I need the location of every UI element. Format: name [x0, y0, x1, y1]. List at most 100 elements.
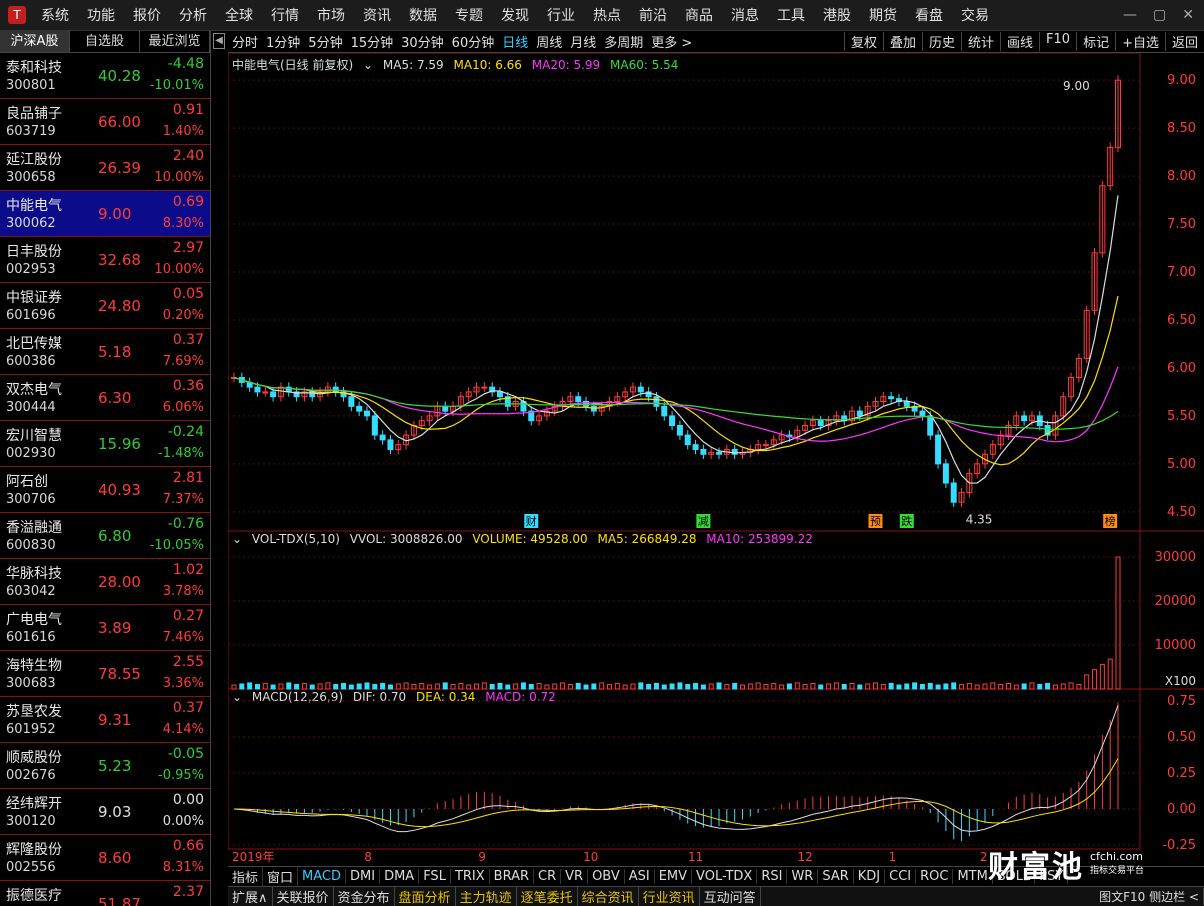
stock-row[interactable]: 中能电气 300062 9.00 0.69 8.30%: [0, 191, 210, 237]
period-1分钟[interactable]: 1分钟: [266, 32, 300, 51]
indicator-tab-DMA[interactable]: DMA: [380, 869, 420, 884]
tool-标记[interactable]: 标记: [1076, 32, 1115, 51]
menu-item-13[interactable]: 前沿: [639, 5, 667, 25]
menu-item-8[interactable]: 数据: [409, 5, 437, 25]
indicator-tab-ROC[interactable]: ROC: [916, 869, 954, 884]
menu-item-11[interactable]: 行业: [547, 5, 575, 25]
tool-叠加[interactable]: 叠加: [882, 32, 922, 51]
period-60分钟[interactable]: 60分钟: [452, 32, 495, 51]
indicator-tab-VR[interactable]: VR: [561, 869, 589, 884]
bottom-tab-1[interactable]: 关联报价: [273, 887, 334, 906]
stock-row[interactable]: 经纬辉开 300120 9.03 0.00 0.00%: [0, 789, 210, 835]
maximize-icon[interactable]: ▢: [1153, 7, 1166, 23]
stock-row[interactable]: 宏川智慧 002930 15.96 -0.24 -1.48%: [0, 421, 210, 467]
indicator-tab-SAR[interactable]: SAR: [818, 869, 854, 884]
stock-row[interactable]: 华脉科技 603042 28.00 1.02 3.78%: [0, 559, 210, 605]
period-日线[interactable]: 日线: [502, 32, 528, 51]
menu-item-5[interactable]: 行情: [271, 5, 299, 25]
menu-item-6[interactable]: 市场: [317, 5, 345, 25]
menu-item-20[interactable]: 交易: [961, 5, 989, 25]
period-周线[interactable]: 周线: [536, 32, 562, 51]
period-5分钟[interactable]: 5分钟: [308, 32, 342, 51]
period-30分钟[interactable]: 30分钟: [401, 32, 444, 51]
indicator-tab-指标[interactable]: 指标: [228, 867, 264, 886]
menu-item-7[interactable]: 资讯: [363, 5, 391, 25]
stock-row[interactable]: 香溢融通 600830 6.80 -0.76 -10.05%: [0, 513, 210, 559]
collapse-sidebar-icon[interactable]: ◀: [213, 33, 225, 49]
stock-row[interactable]: 良品铺子 603719 66.00 0.91 1.40%: [0, 99, 210, 145]
indicator-tab-CCI[interactable]: CCI: [885, 869, 917, 884]
indicator-tab-KDJ[interactable]: KDJ: [854, 869, 886, 884]
stock-row[interactable]: 广电电气 601616 3.89 0.27 7.46%: [0, 605, 210, 651]
period-月线[interactable]: 月线: [570, 32, 596, 51]
stock-row[interactable]: 双杰电气 300444 6.30 0.36 6.06%: [0, 375, 210, 421]
menu-item-10[interactable]: 发现: [501, 5, 529, 25]
stock-row[interactable]: 阿石创 300706 40.93 2.81 7.37%: [0, 467, 210, 513]
indicator-tab-窗口[interactable]: 窗口: [263, 867, 299, 886]
tool-历史[interactable]: 历史: [921, 32, 961, 51]
indicator-tab-OBV[interactable]: OBV: [588, 869, 625, 884]
menu-item-12[interactable]: 热点: [593, 5, 621, 25]
indicator-tab-MTM[interactable]: MTM: [953, 869, 993, 884]
menu-item-14[interactable]: 商品: [685, 5, 713, 25]
bottom-tab-3[interactable]: 盘面分析: [395, 887, 456, 906]
indicator-tab-MACD[interactable]: MACD: [298, 869, 346, 884]
tab-watchlist[interactable]: 自选股: [70, 31, 140, 52]
menu-item-17[interactable]: 港股: [823, 5, 851, 25]
menu-item-15[interactable]: 消息: [731, 5, 759, 25]
bottom-tab-5[interactable]: 逐笔委托: [517, 887, 578, 906]
stock-row[interactable]: 日丰股份 002953 32.68 2.97 10.00%: [0, 237, 210, 283]
stock-row[interactable]: 振德医疗 51.87 2.37: [0, 881, 210, 906]
period-更多 >[interactable]: 更多 >: [651, 32, 692, 51]
indicator-tab-DMI[interactable]: DMI: [346, 869, 381, 884]
menu-item-1[interactable]: 功能: [87, 5, 115, 25]
f10-sidebar-toggle[interactable]: 图文F10 侧边栏 <: [1095, 888, 1204, 905]
bottom-tab-8[interactable]: 互动问答: [700, 887, 761, 906]
tool-复权[interactable]: 复权: [843, 32, 883, 51]
bottom-tab-2[interactable]: 资金分布: [334, 887, 395, 906]
tool-画线[interactable]: 画线: [1000, 32, 1039, 51]
menu-item-18[interactable]: 期货: [869, 5, 897, 25]
kline-chart-area[interactable]: 9.00 8.50 8.00 7.50 7.00 6.50 6.00 5.50 5.00 4.50…: [228, 53, 1204, 866]
tool-统计[interactable]: 统计: [961, 32, 1000, 51]
period-15分钟[interactable]: 15分钟: [351, 32, 394, 51]
indicator-tab-WR[interactable]: WR: [787, 869, 819, 884]
tab-shenzhen-a[interactable]: 沪深A股: [0, 31, 70, 52]
stock-row[interactable]: 泰和科技 300801 40.28 -4.48 -10.01%: [0, 53, 210, 99]
stock-row[interactable]: 顺威股份 002676 5.23 -0.05 -0.95%: [0, 743, 210, 789]
stock-row[interactable]: 海特生物 300683 78.55 2.55 3.36%: [0, 651, 210, 697]
indicator-tab-TRIX[interactable]: TRIX: [451, 869, 490, 884]
menu-item-2[interactable]: 报价: [133, 5, 161, 25]
tool-+自选[interactable]: +自选: [1115, 32, 1165, 51]
period-多周期[interactable]: 多周期: [604, 32, 643, 51]
period-分时[interactable]: 分时: [232, 32, 258, 51]
menu-item-3[interactable]: 分析: [179, 5, 207, 25]
stock-row[interactable]: 辉隆股份 002556 8.60 0.66 8.31%: [0, 835, 210, 881]
tab-recent[interactable]: 最近浏览: [140, 31, 210, 52]
close-icon[interactable]: ✕: [1182, 7, 1194, 23]
indicator-tab-RSI[interactable]: RSI: [757, 869, 788, 884]
tool-返回[interactable]: 返回: [1164, 32, 1204, 51]
indicator-tab-VOL-TDX[interactable]: VOL-TDX: [692, 869, 758, 884]
bottom-tab-7[interactable]: 行业资讯: [639, 887, 700, 906]
menu-item-4[interactable]: 全球: [225, 5, 253, 25]
menu-item-0[interactable]: 系统: [41, 5, 69, 25]
indicator-tab-CR[interactable]: CR: [534, 869, 562, 884]
indicator-tab-FSL[interactable]: FSL: [419, 869, 451, 884]
indicator-tab-BRAR[interactable]: BRAR: [490, 869, 535, 884]
menu-item-9[interactable]: 专题: [455, 5, 483, 25]
menu-item-16[interactable]: 工具: [777, 5, 805, 25]
menu-item-19[interactable]: 看盘: [915, 5, 943, 25]
minimize-icon[interactable]: —: [1123, 7, 1137, 23]
indicator-tab-EMV[interactable]: EMV: [655, 869, 693, 884]
stock-row[interactable]: 苏垦农发 601952 9.31 0.37 4.14%: [0, 697, 210, 743]
bottom-tab-6[interactable]: 综合资讯: [578, 887, 639, 906]
stock-row[interactable]: 中银证券 601696 24.80 0.05 0.20%: [0, 283, 210, 329]
bottom-tab-4[interactable]: 主力轨迹: [456, 887, 517, 906]
stock-price: 51.87: [98, 895, 141, 906]
stock-row[interactable]: 北巴传媒 600386 5.18 0.37 7.69%: [0, 329, 210, 375]
bottom-tab-0[interactable]: 扩展∧: [228, 887, 273, 906]
indicator-tab-ASI[interactable]: ASI: [625, 869, 655, 884]
stock-row[interactable]: 延江股份 300658 26.39 2.40 10.00%: [0, 145, 210, 191]
tool-F10[interactable]: F10: [1039, 32, 1076, 51]
